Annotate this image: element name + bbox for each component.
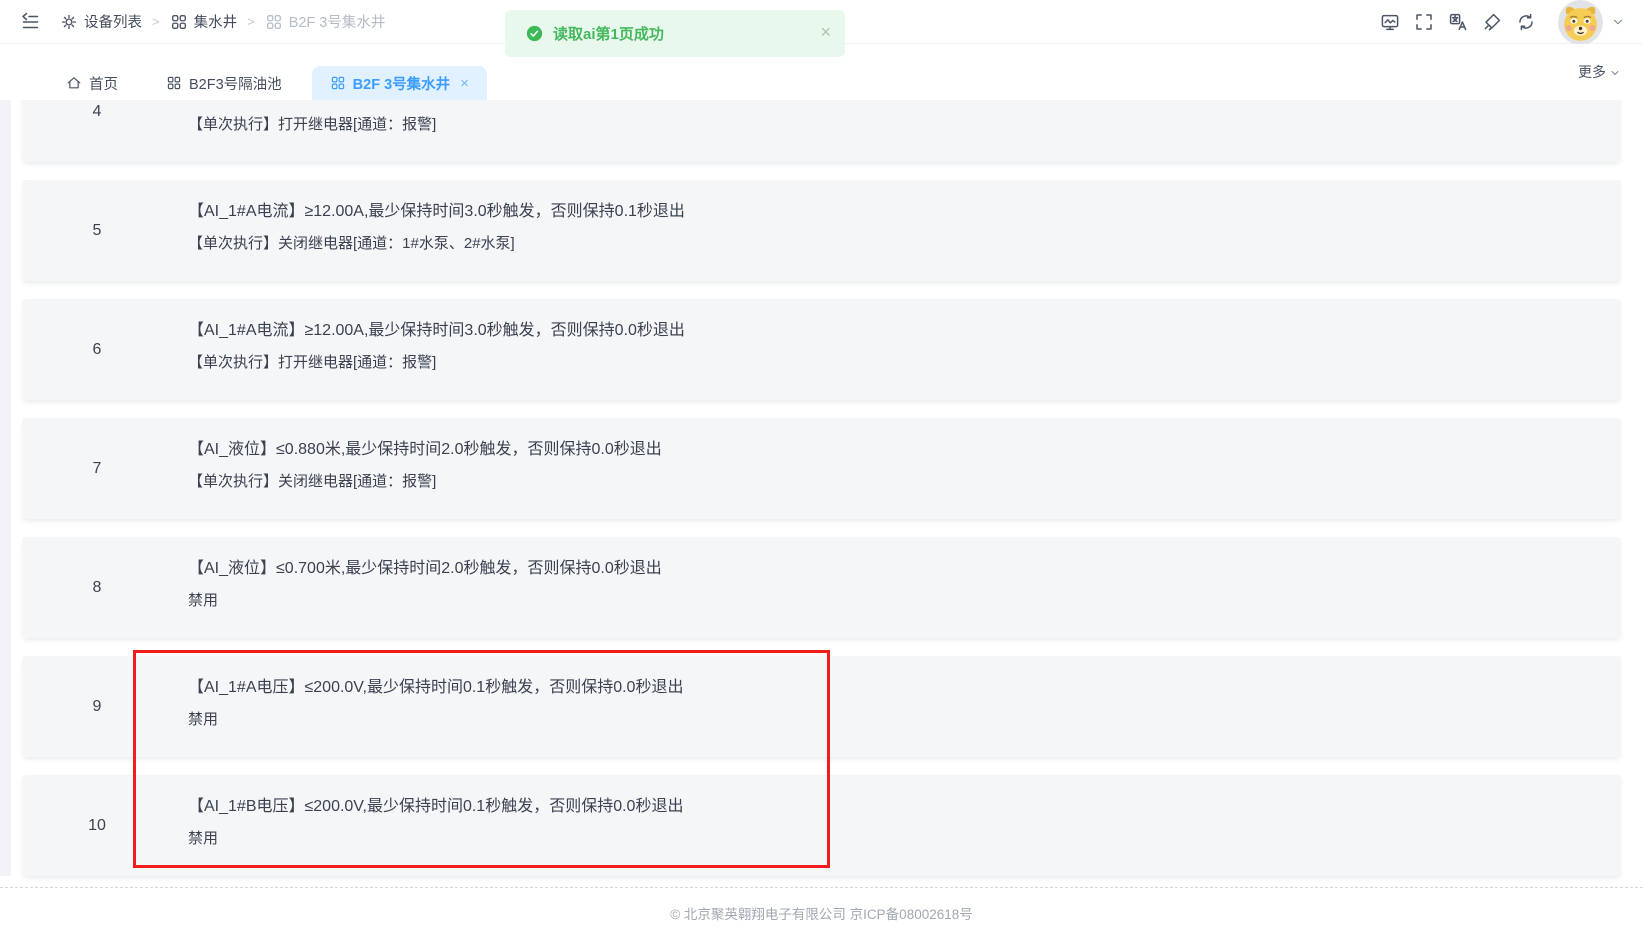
rule-action: 【单次执行】关闭继电器[通道：报警] <box>188 470 436 494</box>
tab-label: 首页 <box>89 73 118 94</box>
rule-condition: 【AI_液位】≤0.880米,最少保持时间2.0秒触发，否则保持0.0秒退出 <box>188 438 662 462</box>
breadcrumb-item[interactable]: 集水井 <box>170 11 238 32</box>
rule-action: 禁用 <box>188 589 218 613</box>
toast-message: 读取ai第1页成功 <box>553 23 664 44</box>
footer-copyright: © 北京聚英翱翔电子有限公司 京ICP备08002618号 <box>0 903 1643 923</box>
rule-row[interactable]: 6 【AI_1#A电流】≥12.00A,最少保持时间3.0秒触发，否则保持0.0… <box>22 299 1621 400</box>
home-icon <box>66 75 82 91</box>
rule-action: 禁用 <box>188 708 218 732</box>
breadcrumb: 设备列表 > 集水井 > B2F 3号集水井 <box>60 11 385 32</box>
refresh-icon[interactable] <box>1516 12 1536 32</box>
grid-icon <box>330 75 346 91</box>
rule-condition: 【AI_1#A电压】≤200.0V,最少保持时间0.1秒触发，否则保持0.0秒退… <box>188 676 683 700</box>
breadcrumb-item[interactable]: B2F 3号集水井 <box>265 11 386 32</box>
avatar[interactable] <box>1558 0 1603 45</box>
monitor-icon[interactable] <box>1380 12 1400 32</box>
success-toast: 读取ai第1页成功 × <box>505 10 845 57</box>
tab-1[interactable]: B2F3号隔油池 <box>148 66 300 100</box>
rule-number: 6 <box>22 299 172 400</box>
rule-condition: 【AI_1#A电流】≥12.00A,最少保持时间3.0秒触发，否则保持0.1秒退… <box>188 200 685 224</box>
translate-icon[interactable] <box>1448 12 1468 32</box>
grid-icon <box>166 75 182 91</box>
rule-action: 禁用 <box>188 827 218 851</box>
grid-icon <box>265 13 283 31</box>
rule-action: 【单次执行】关闭继电器[通道：1#水泵、2#水泵] <box>188 232 515 256</box>
tab-label: B2F 3号集水井 <box>353 73 451 94</box>
rule-row[interactable]: 10 【AI_1#B电压】≤200.0V,最少保持时间0.1秒触发，否则保持0.… <box>22 775 1621 876</box>
rule-number: 10 <box>22 775 172 876</box>
more-tabs-button[interactable]: 更多 <box>1578 62 1621 82</box>
rule-number: 5 <box>22 180 172 281</box>
rule-condition: 【AI_液位】≤0.700米,最少保持时间2.0秒触发，否则保持0.0秒退出 <box>188 557 662 581</box>
rule-number: 7 <box>22 418 172 519</box>
header-action-icons <box>1380 12 1550 32</box>
rule-row[interactable]: 5 【AI_1#A电流】≥12.00A,最少保持时间3.0秒触发，否则保持0.1… <box>22 180 1621 281</box>
sidebar-fold-icon[interactable] <box>20 12 40 32</box>
fullscreen-icon[interactable] <box>1414 12 1434 32</box>
breadcrumb-label: 设备列表 <box>84 11 142 32</box>
breadcrumb-label: 集水井 <box>194 11 238 32</box>
rule-number: 9 <box>22 656 172 757</box>
close-tab-icon[interactable]: × <box>460 75 469 92</box>
rule-action: 【单次执行】打开继电器[通道：报警] <box>188 113 436 137</box>
gear-icon <box>60 13 78 31</box>
breadcrumb-separator: > <box>247 14 255 29</box>
brush-icon[interactable] <box>1482 12 1502 32</box>
rule-row[interactable]: 9 【AI_1#A电压】≤200.0V,最少保持时间0.1秒触发，否则保持0.0… <box>22 656 1621 757</box>
tab-label: B2F3号隔油池 <box>189 73 282 94</box>
chevron-down-icon <box>1609 67 1621 79</box>
tabs: 首页 B2F3号隔油池 B2F 3号集水井 × <box>48 66 499 100</box>
rule-row[interactable]: 7 【AI_液位】≤0.880米,最少保持时间2.0秒触发，否则保持0.0秒退出… <box>22 418 1621 519</box>
more-label: 更多 <box>1578 62 1606 82</box>
rule-number: 8 <box>22 537 172 638</box>
breadcrumb-label: B2F 3号集水井 <box>289 11 386 32</box>
rule-condition: 【AI_1#A电流】≥12.00A,最少保持时间3.0秒触发，否则保持0.0秒退… <box>188 319 685 343</box>
header-actions <box>1380 0 1643 44</box>
content-left-gutter <box>0 100 11 876</box>
success-check-icon <box>526 25 543 42</box>
rule-condition: 【AI_1#B电压】≤200.0V,最少保持时间0.1秒触发，否则保持0.0秒退… <box>188 795 683 819</box>
tab-2[interactable]: B2F 3号集水井 × <box>312 66 487 100</box>
tab-0[interactable]: 首页 <box>48 66 136 100</box>
footer-divider <box>0 887 1643 888</box>
toast-close-icon[interactable]: × <box>820 22 831 42</box>
rule-row[interactable]: 8 【AI_液位】≤0.700米,最少保持时间2.0秒触发，否则保持0.0秒退出… <box>22 537 1621 638</box>
breadcrumb-separator: > <box>152 14 160 29</box>
grid-icon <box>170 13 188 31</box>
rule-action: 【单次执行】打开继电器[通道：报警] <box>188 351 436 375</box>
user-menu-chevron-down-icon[interactable] <box>1611 15 1625 29</box>
breadcrumb-item[interactable]: 设备列表 <box>60 11 142 32</box>
